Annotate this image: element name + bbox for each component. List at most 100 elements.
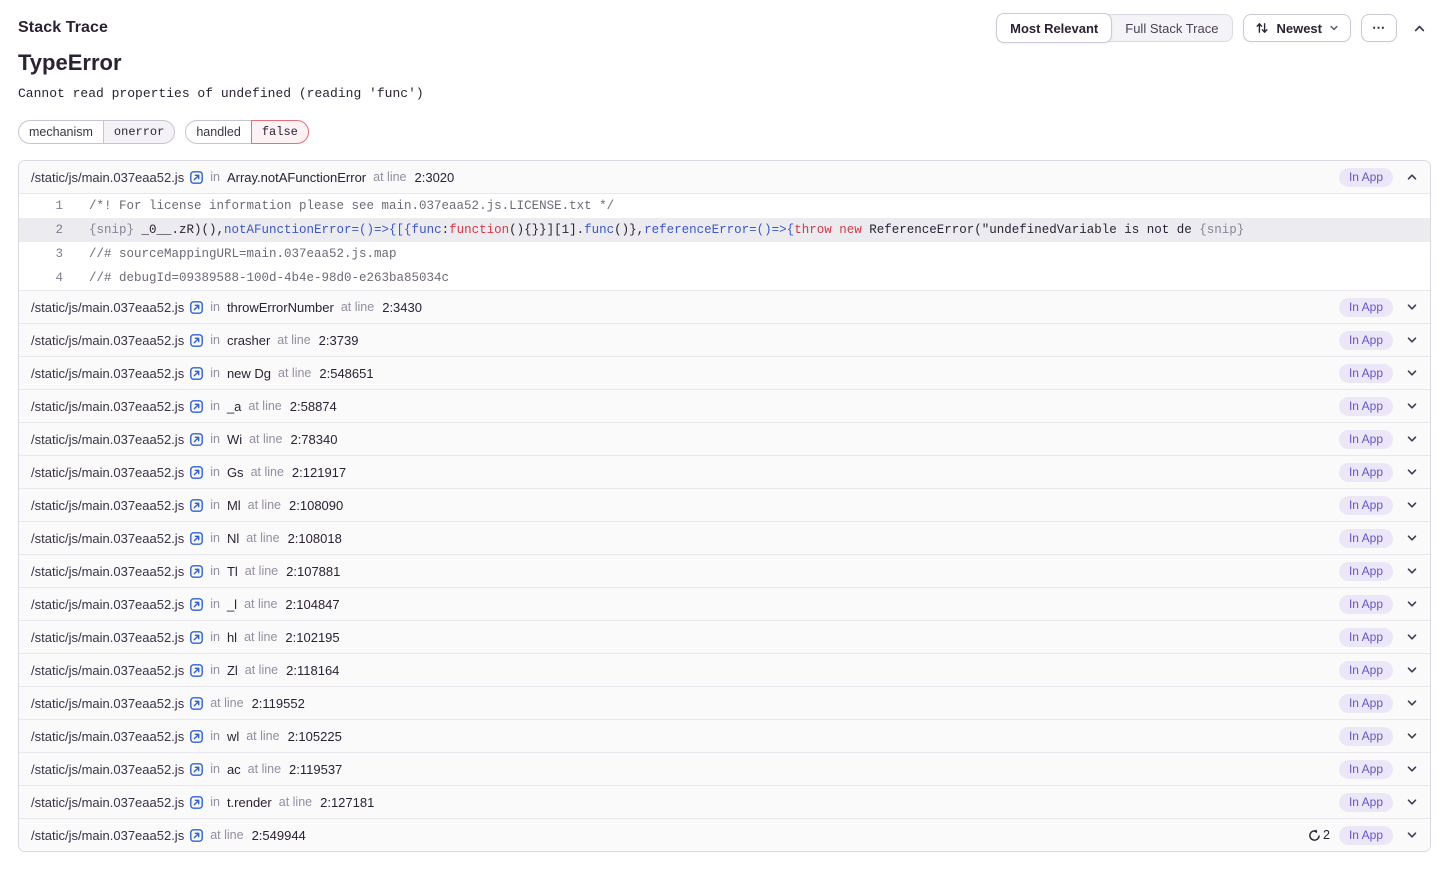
- expand-chevron-icon[interactable]: [1406, 400, 1418, 412]
- frame-header[interactable]: /static/js/main.037eaa52.js in crasher a…: [19, 324, 1430, 356]
- frame-in-label: in: [210, 432, 220, 446]
- chevron-up-icon: [1413, 22, 1426, 35]
- frame-atline-label: at line: [244, 630, 277, 644]
- in-app-badge: In App: [1339, 331, 1393, 350]
- frame-in-label: in: [210, 729, 220, 743]
- expand-chevron-icon[interactable]: [1406, 598, 1418, 610]
- frame-atline-label: at line: [279, 795, 312, 809]
- external-link-icon[interactable]: [190, 301, 203, 314]
- code-text: /*! For license information please see m…: [89, 199, 614, 213]
- in-app-badge: In App: [1339, 760, 1393, 779]
- frame-header[interactable]: /static/js/main.037eaa52.js in Tl at lin…: [19, 555, 1430, 587]
- expand-chevron-icon[interactable]: [1406, 334, 1418, 346]
- external-link-icon[interactable]: [190, 171, 203, 184]
- external-link-icon[interactable]: [190, 466, 203, 479]
- stack-frame: /static/js/main.037eaa52.js in Array.not…: [19, 161, 1430, 291]
- in-app-badge: In App: [1339, 562, 1393, 581]
- expand-chevron-icon[interactable]: [1406, 171, 1418, 183]
- frame-header[interactable]: /static/js/main.037eaa52.js at line 2:11…: [19, 687, 1430, 719]
- frame-header[interactable]: /static/js/main.037eaa52.js in t.render …: [19, 786, 1430, 818]
- frame-header[interactable]: /static/js/main.037eaa52.js in wl at lin…: [19, 720, 1430, 752]
- frame-line-number: 2:78340: [290, 432, 337, 447]
- frame-atline-label: at line: [210, 828, 243, 842]
- toggle-most-relevant[interactable]: Most Relevant: [996, 13, 1112, 43]
- sort-arrows-icon: [1255, 21, 1269, 35]
- frame-line-number: 2:104847: [285, 597, 339, 612]
- frame-function: _a: [227, 399, 241, 414]
- expand-chevron-icon[interactable]: [1406, 301, 1418, 313]
- frame-repeats: 2: [1308, 828, 1330, 842]
- external-link-icon[interactable]: [190, 433, 203, 446]
- expand-chevron-icon[interactable]: [1406, 763, 1418, 775]
- external-link-icon[interactable]: [190, 565, 203, 578]
- external-link-icon[interactable]: [190, 763, 203, 776]
- frame-in-label: in: [210, 465, 220, 479]
- external-link-icon[interactable]: [190, 400, 203, 413]
- expand-chevron-icon[interactable]: [1406, 664, 1418, 676]
- external-link-icon[interactable]: [190, 730, 203, 743]
- panel-header: Stack Trace Most Relevant Full Stack Tra…: [18, 14, 1431, 42]
- stack-frame: /static/js/main.037eaa52.js in Gs at lin…: [19, 456, 1430, 489]
- tag-mechanism[interactable]: mechanism onerror: [18, 120, 175, 144]
- in-app-badge: In App: [1339, 529, 1393, 548]
- frame-header[interactable]: /static/js/main.037eaa52.js in throwErro…: [19, 291, 1430, 323]
- frame-line-number: 2:3020: [415, 170, 455, 185]
- external-link-icon[interactable]: [190, 829, 203, 842]
- chevron-down-icon: [1329, 23, 1339, 33]
- frame-path: /static/js/main.037eaa52.js: [31, 564, 184, 579]
- in-app-badge: In App: [1339, 727, 1393, 746]
- expand-chevron-icon[interactable]: [1406, 532, 1418, 544]
- stack-trace-panel: Stack Trace Most Relevant Full Stack Tra…: [0, 0, 1449, 852]
- frame-path: /static/js/main.037eaa52.js: [31, 465, 184, 480]
- frame-header[interactable]: /static/js/main.037eaa52.js in _a at lin…: [19, 390, 1430, 422]
- expand-chevron-icon[interactable]: [1406, 697, 1418, 709]
- external-link-icon[interactable]: [190, 598, 203, 611]
- expand-chevron-icon[interactable]: [1406, 499, 1418, 511]
- stack-frame: /static/js/main.037eaa52.js in crasher a…: [19, 324, 1430, 357]
- frame-header[interactable]: /static/js/main.037eaa52.js at line 2:54…: [19, 819, 1430, 851]
- toggle-full-stack-trace[interactable]: Full Stack Trace: [1111, 14, 1232, 42]
- tag-key: handled: [185, 120, 251, 144]
- expand-chevron-icon[interactable]: [1406, 829, 1418, 841]
- frame-path: /static/js/main.037eaa52.js: [31, 399, 184, 414]
- expand-chevron-icon[interactable]: [1406, 466, 1418, 478]
- frame-header[interactable]: /static/js/main.037eaa52.js in Wi at lin…: [19, 423, 1430, 455]
- external-link-icon[interactable]: [190, 532, 203, 545]
- tag-handled[interactable]: handled false: [185, 120, 309, 144]
- external-link-icon[interactable]: [190, 796, 203, 809]
- code-line-highlighted: 2{snip} _0__.zR)(),notAFunctionError=()=…: [19, 218, 1430, 242]
- in-app-badge: In App: [1339, 496, 1393, 515]
- code-line: 3//# sourceMappingURL=main.037eaa52.js.m…: [19, 242, 1430, 266]
- expand-chevron-icon[interactable]: [1406, 367, 1418, 379]
- sort-button[interactable]: Newest: [1243, 14, 1351, 42]
- expand-chevron-icon[interactable]: [1406, 796, 1418, 808]
- external-link-icon[interactable]: [190, 499, 203, 512]
- expand-chevron-icon[interactable]: [1406, 631, 1418, 643]
- in-app-badge: In App: [1339, 397, 1393, 416]
- stack-frame: /static/js/main.037eaa52.js in Nl at lin…: [19, 522, 1430, 555]
- frame-header[interactable]: /static/js/main.037eaa52.js in Nl at lin…: [19, 522, 1430, 554]
- external-link-icon[interactable]: [190, 664, 203, 677]
- line-number: 4: [19, 271, 63, 285]
- frame-header[interactable]: /static/js/main.037eaa52.js in Zl at lin…: [19, 654, 1430, 686]
- external-link-icon[interactable]: [190, 697, 203, 710]
- frame-atline-label: at line: [248, 762, 281, 776]
- more-options-button[interactable]: ⋯: [1361, 14, 1397, 42]
- expand-chevron-icon[interactable]: [1406, 433, 1418, 445]
- frame-header[interactable]: /static/js/main.037eaa52.js in hl at lin…: [19, 621, 1430, 653]
- frame-atline-label: at line: [278, 366, 311, 380]
- collapse-section-button[interactable]: [1407, 14, 1431, 42]
- external-link-icon[interactable]: [190, 334, 203, 347]
- expand-chevron-icon[interactable]: [1406, 730, 1418, 742]
- frame-header[interactable]: /static/js/main.037eaa52.js in ac at lin…: [19, 753, 1430, 785]
- external-link-icon[interactable]: [190, 367, 203, 380]
- frame-line-number: 2:548651: [319, 366, 373, 381]
- expand-chevron-icon[interactable]: [1406, 565, 1418, 577]
- frame-header[interactable]: /static/js/main.037eaa52.js in Array.not…: [19, 161, 1430, 193]
- external-link-icon[interactable]: [190, 631, 203, 644]
- frame-header[interactable]: /static/js/main.037eaa52.js in new Dg at…: [19, 357, 1430, 389]
- frame-header[interactable]: /static/js/main.037eaa52.js in _l at lin…: [19, 588, 1430, 620]
- frame-function: Ml: [227, 498, 241, 513]
- frame-header[interactable]: /static/js/main.037eaa52.js in Ml at lin…: [19, 489, 1430, 521]
- frame-header[interactable]: /static/js/main.037eaa52.js in Gs at lin…: [19, 456, 1430, 488]
